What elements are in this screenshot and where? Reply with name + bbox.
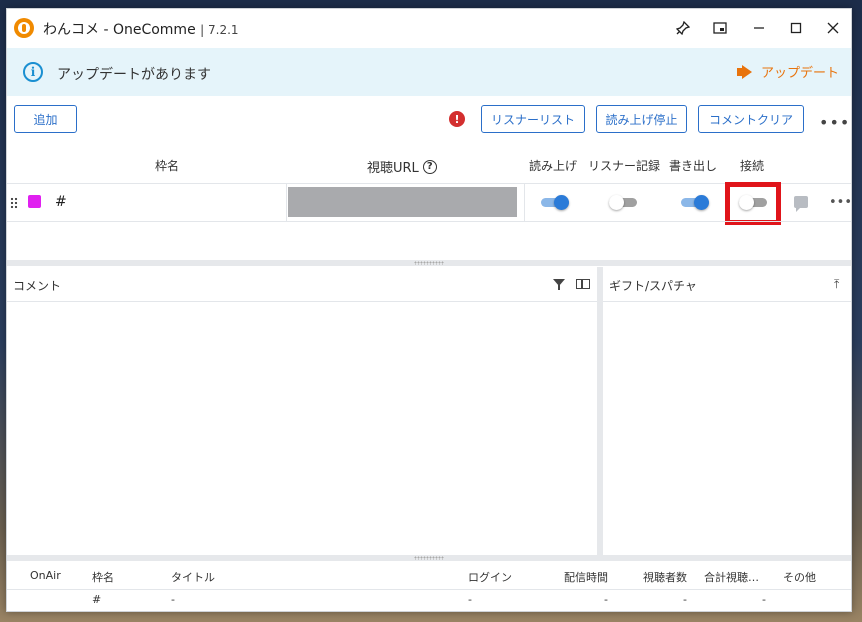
read-aloud-toggle[interactable] (541, 195, 569, 210)
divider (7, 589, 851, 590)
title-bar: わんコメ - OneComme | 7.2.1 (7, 9, 851, 47)
gift-pane-title: ギフト/スパチャ (609, 279, 697, 293)
chat-icon[interactable] (794, 196, 808, 212)
divider (7, 221, 851, 222)
divider (286, 184, 287, 221)
export-toggle[interactable] (681, 195, 709, 210)
clear-comments-button[interactable]: コメントクリア (698, 105, 804, 133)
divider (524, 184, 525, 221)
gift-pane-header: ギフト/スパチャ (603, 267, 851, 302)
bottom-cell-viewers: - (683, 593, 687, 606)
update-message: アップデートがあります (57, 67, 211, 83)
error-icon[interactable]: ! (449, 111, 465, 127)
comment-pane-title: コメント (13, 279, 62, 293)
col-header-export: 書き出し (669, 159, 718, 173)
window-title: わんコメ - OneComme | 7.2.1 (43, 22, 239, 38)
drag-handle-icon[interactable] (10, 197, 18, 209)
bottom-cell-duration: - (604, 593, 608, 606)
stop-reading-button[interactable]: 読み上げ停止 (596, 105, 687, 133)
help-icon[interactable]: ? (422, 159, 437, 174)
bottom-col-viewers: 視聴者数 (643, 571, 687, 584)
update-link[interactable]: アップデート (736, 62, 839, 81)
megaphone-icon (736, 65, 757, 79)
bottom-cell-title: - (171, 593, 175, 606)
listener-log-toggle[interactable] (609, 195, 637, 210)
bottom-cell-total-views: - (762, 593, 766, 606)
bottom-cell-name: # (92, 593, 102, 606)
bottom-splitter[interactable] (7, 555, 851, 561)
watch-url-input[interactable] (288, 187, 517, 217)
comment-pane-header: コメント (7, 267, 597, 302)
col-header-url-label: 視聴URL (367, 161, 419, 176)
frame-color-swatch[interactable] (28, 195, 41, 208)
col-header-connect: 接続 (740, 159, 765, 173)
bottom-cell-login: - (468, 593, 472, 606)
more-options-icon[interactable]: ••• (819, 113, 850, 132)
listener-list-button[interactable]: リスナーリスト (481, 105, 585, 133)
columns-icon[interactable] (576, 279, 590, 289)
bottom-col-other: その他 (783, 571, 816, 584)
close-icon[interactable] (821, 16, 845, 40)
info-icon: i (23, 62, 43, 82)
app-name: わんコメ - OneComme (43, 22, 196, 38)
add-button[interactable]: 追加 (14, 105, 77, 133)
col-header-name: 枠名 (155, 159, 180, 173)
bottom-col-title: タイトル (171, 571, 215, 584)
col-header-listener-log: リスナー記録 (588, 159, 661, 173)
highlight-box (725, 182, 781, 225)
pane-splitter[interactable] (7, 260, 851, 266)
row-more-icon[interactable]: ••• (829, 195, 851, 210)
minimize-icon[interactable] (747, 16, 771, 40)
update-link-label: アップデート (760, 66, 839, 81)
app-version: 7.2.1 (208, 23, 239, 37)
sort-icon[interactable]: ⤒ (834, 277, 839, 292)
app-logo-icon (14, 18, 34, 38)
vertical-splitter[interactable] (597, 267, 603, 555)
maximize-icon[interactable] (784, 16, 808, 40)
bottom-col-duration: 配信時間 (564, 571, 608, 584)
picture-in-picture-icon[interactable] (708, 16, 732, 40)
bottom-col-name: 枠名 (92, 571, 114, 584)
col-header-read: 読み上げ (529, 159, 578, 173)
bottom-col-total-views: 合計視聴… (704, 571, 759, 584)
bottom-col-login: ログイン (468, 571, 512, 584)
update-banner: i アップデートがあります アップデート (7, 48, 851, 96)
pin-icon[interactable] (671, 16, 695, 40)
app-window: わんコメ - OneComme | 7.2.1 i アップデートがあります アッ… (6, 8, 852, 612)
bottom-col-onair: OnAir (30, 569, 61, 582)
col-header-url: 視聴URL ? (367, 157, 437, 176)
frame-name[interactable]: # (55, 194, 67, 210)
filter-icon[interactable] (553, 279, 565, 290)
